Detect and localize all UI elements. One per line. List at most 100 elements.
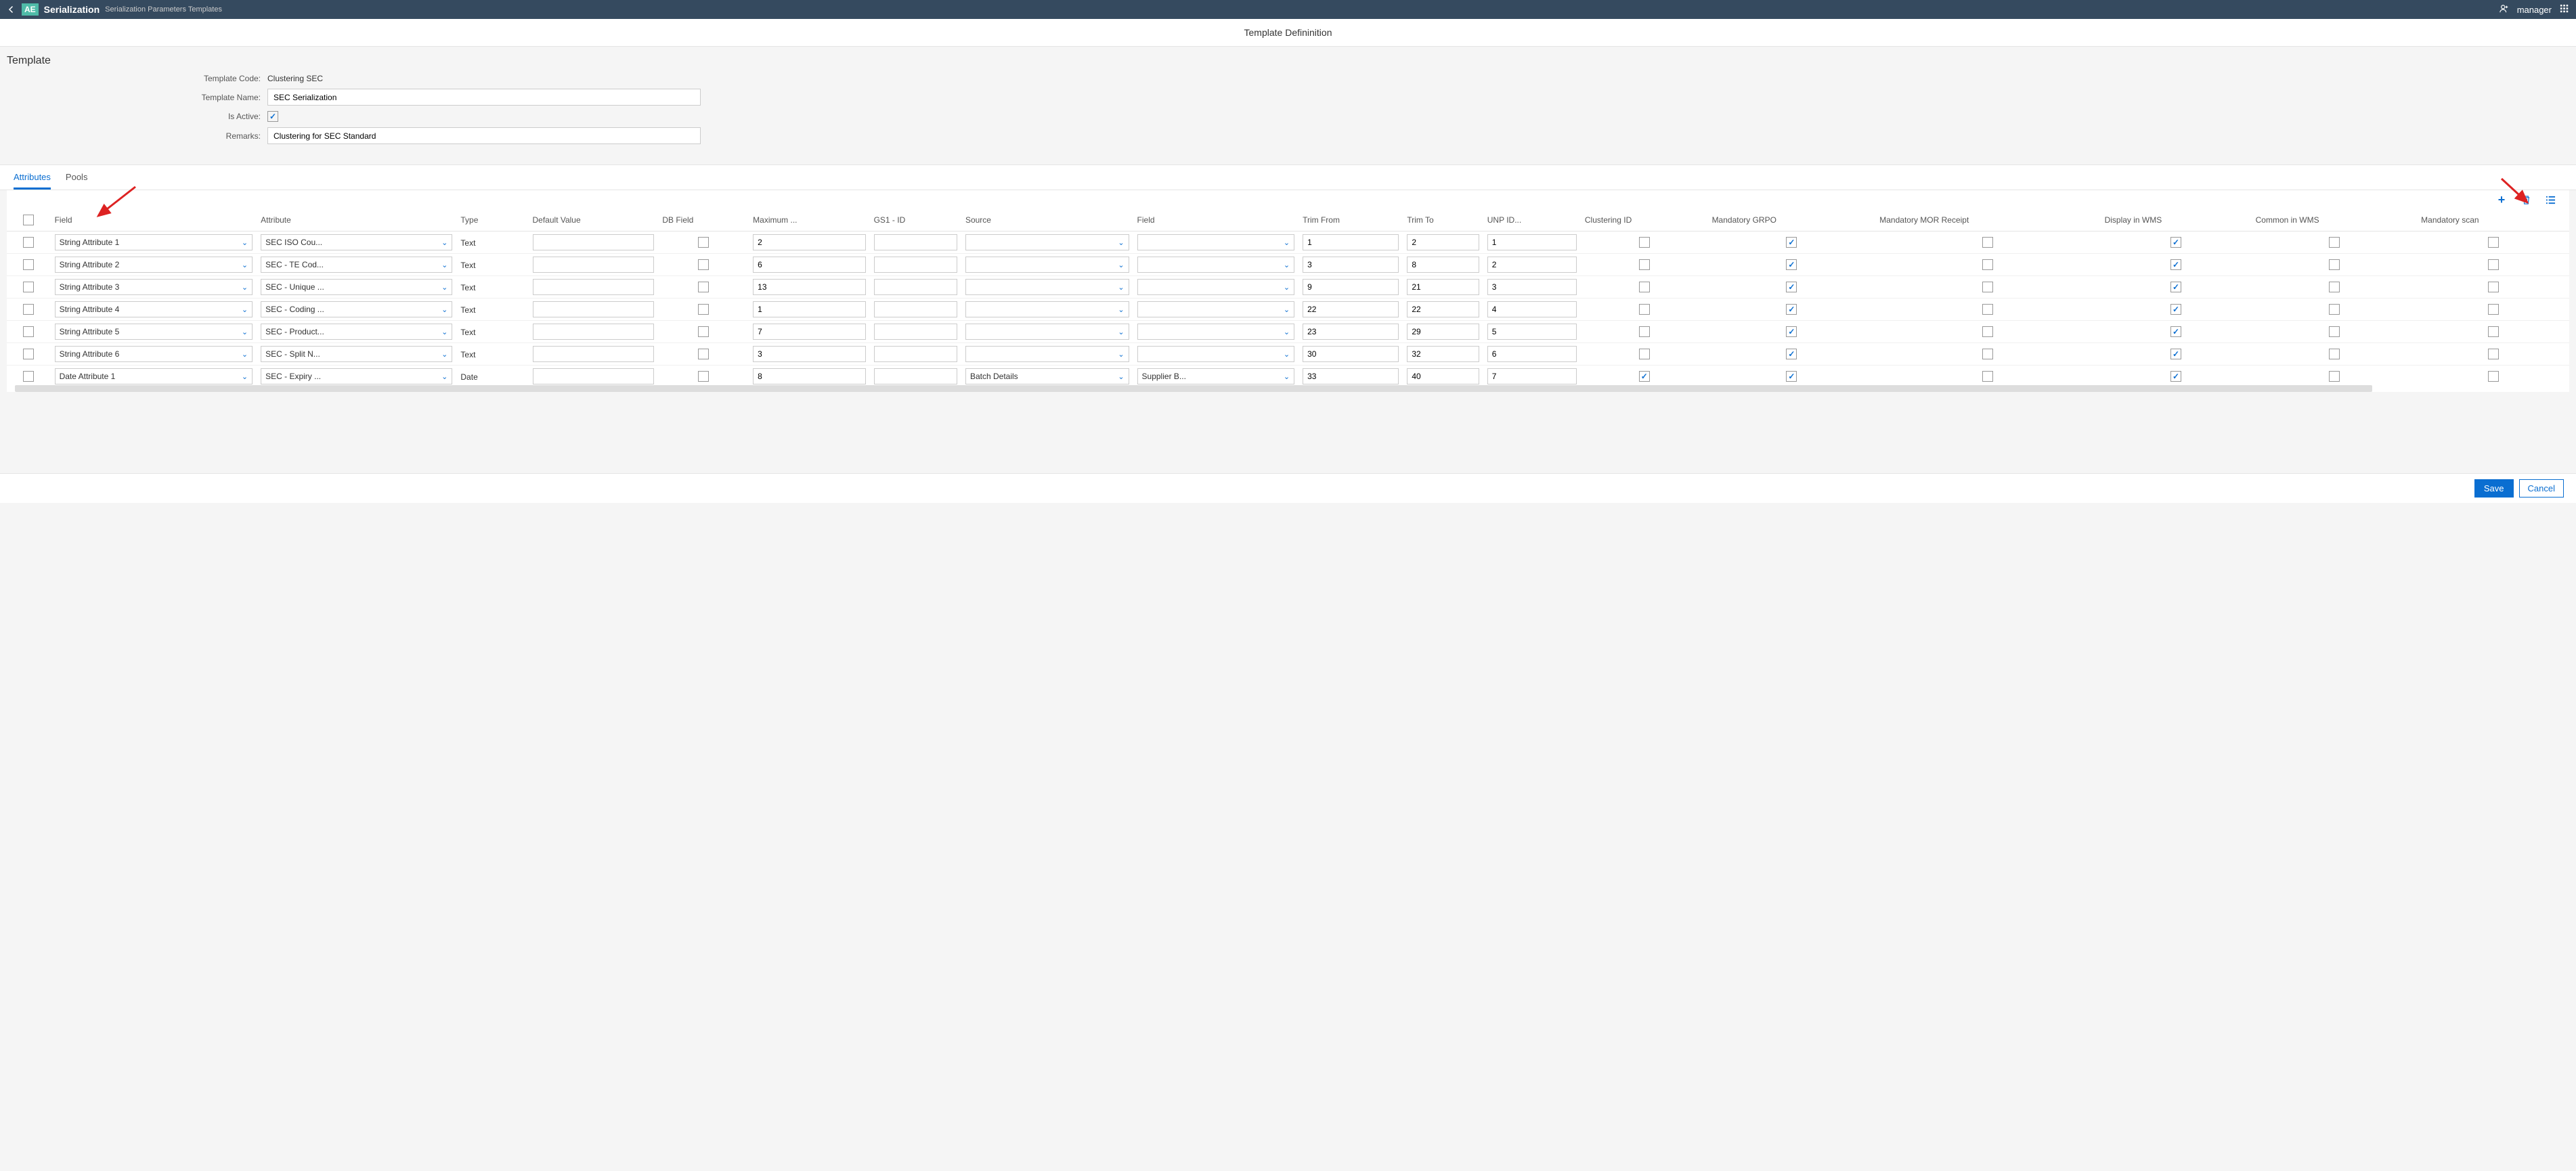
source-select[interactable]: ⌄	[965, 324, 1129, 340]
save-button[interactable]: Save	[2474, 479, 2514, 498]
col-dwms[interactable]: Display in WMS	[2101, 209, 2252, 231]
columns-icon[interactable]	[2545, 194, 2556, 205]
clustering-checkbox[interactable]	[1639, 326, 1650, 337]
mscan-checkbox[interactable]	[2488, 304, 2499, 315]
cwms-checkbox[interactable]	[2329, 326, 2340, 337]
source-select[interactable]: ⌄	[965, 301, 1129, 317]
mmor-checkbox[interactable]	[1982, 237, 1993, 248]
row-select-checkbox[interactable]	[23, 237, 34, 248]
dbfield-checkbox[interactable]	[698, 349, 709, 359]
trimfrom-input[interactable]	[1303, 324, 1399, 340]
dwms-checkbox[interactable]	[2170, 349, 2181, 359]
gs1-input[interactable]	[874, 324, 957, 340]
dbfield-checkbox[interactable]	[698, 304, 709, 315]
col-attribute[interactable]: Attribute	[257, 209, 456, 231]
col-maximum[interactable]: Maximum ...	[749, 209, 869, 231]
clustering-checkbox[interactable]	[1639, 237, 1650, 248]
dbfield-checkbox[interactable]	[698, 237, 709, 248]
gs1-input[interactable]	[874, 368, 957, 384]
cancel-button[interactable]: Cancel	[2519, 479, 2564, 498]
field-select[interactable]: String Attribute 2⌄	[55, 257, 253, 273]
horizontal-scrollbar[interactable]	[15, 385, 2372, 392]
attribute-select[interactable]: SEC ISO Cou...⌄	[261, 234, 452, 250]
field-select[interactable]: String Attribute 4⌄	[55, 301, 253, 317]
maximum-input[interactable]	[753, 346, 865, 362]
source-select[interactable]: ⌄	[965, 279, 1129, 295]
row-select-checkbox[interactable]	[23, 259, 34, 270]
attribute-select[interactable]: SEC - Coding ...⌄	[261, 301, 452, 317]
col-field2[interactable]: Field	[1133, 209, 1299, 231]
col-trimfrom[interactable]: Trim From	[1298, 209, 1403, 231]
field-select[interactable]: String Attribute 3⌄	[55, 279, 253, 295]
default-input[interactable]	[533, 257, 655, 273]
col-mgrpo[interactable]: Mandatory GRPO	[1708, 209, 1876, 231]
trimfrom-input[interactable]	[1303, 279, 1399, 295]
clustering-checkbox[interactable]	[1639, 371, 1650, 382]
mgrpo-checkbox[interactable]	[1786, 371, 1797, 382]
trimto-input[interactable]	[1407, 324, 1479, 340]
field-select[interactable]: String Attribute 6⌄	[55, 346, 253, 362]
field-select[interactable]: String Attribute 5⌄	[55, 324, 253, 340]
gs1-input[interactable]	[874, 257, 957, 273]
attribute-select[interactable]: SEC - TE Cod...⌄	[261, 257, 452, 273]
trimto-input[interactable]	[1407, 234, 1479, 250]
row-select-checkbox[interactable]	[23, 326, 34, 337]
grid-scroll[interactable]: Field Attribute Type Default Value DB Fi…	[7, 209, 2569, 385]
field2-select[interactable]: ⌄	[1137, 279, 1295, 295]
checkbox-is-active[interactable]	[267, 111, 278, 122]
dbfield-checkbox[interactable]	[698, 326, 709, 337]
col-gs1[interactable]: GS1 - ID	[870, 209, 961, 231]
col-clustering[interactable]: Clustering ID	[1581, 209, 1708, 231]
default-input[interactable]	[533, 301, 655, 317]
mmor-checkbox[interactable]	[1982, 304, 1993, 315]
mmor-checkbox[interactable]	[1982, 259, 1993, 270]
clustering-checkbox[interactable]	[1639, 349, 1650, 359]
mscan-checkbox[interactable]	[2488, 282, 2499, 292]
app-launcher-icon[interactable]	[2560, 4, 2569, 16]
trimfrom-input[interactable]	[1303, 346, 1399, 362]
dwms-checkbox[interactable]	[2170, 282, 2181, 292]
cwms-checkbox[interactable]	[2329, 237, 2340, 248]
dwms-checkbox[interactable]	[2170, 237, 2181, 248]
maximum-input[interactable]	[753, 279, 865, 295]
col-type[interactable]: Type	[456, 209, 528, 231]
gs1-input[interactable]	[874, 301, 957, 317]
col-dbfield[interactable]: DB Field	[658, 209, 749, 231]
default-input[interactable]	[533, 346, 655, 362]
mscan-checkbox[interactable]	[2488, 349, 2499, 359]
field2-select[interactable]: ⌄	[1137, 324, 1295, 340]
maximum-input[interactable]	[753, 257, 865, 273]
default-input[interactable]	[533, 234, 655, 250]
tab-attributes[interactable]: Attributes	[14, 165, 51, 190]
clustering-checkbox[interactable]	[1639, 282, 1650, 292]
field-select[interactable]: String Attribute 1⌄	[55, 234, 253, 250]
mgrpo-checkbox[interactable]	[1786, 304, 1797, 315]
default-input[interactable]	[533, 279, 655, 295]
back-icon[interactable]	[7, 5, 16, 14]
mscan-checkbox[interactable]	[2488, 237, 2499, 248]
attribute-select[interactable]: SEC - Expiry ...⌄	[261, 368, 452, 384]
trimfrom-input[interactable]	[1303, 368, 1399, 384]
trimto-input[interactable]	[1407, 257, 1479, 273]
input-template-name[interactable]	[267, 89, 701, 106]
mmor-checkbox[interactable]	[1982, 371, 1993, 382]
trimfrom-input[interactable]	[1303, 301, 1399, 317]
mmor-checkbox[interactable]	[1982, 349, 1993, 359]
add-row-icon[interactable]: +	[2496, 194, 2507, 205]
mgrpo-checkbox[interactable]	[1786, 282, 1797, 292]
mmor-checkbox[interactable]	[1982, 326, 1993, 337]
row-select-checkbox[interactable]	[23, 282, 34, 292]
trimfrom-input[interactable]	[1303, 257, 1399, 273]
unp-input[interactable]	[1487, 279, 1577, 295]
maximum-input[interactable]	[753, 324, 865, 340]
unp-input[interactable]	[1487, 257, 1577, 273]
select-all-checkbox[interactable]	[23, 215, 34, 225]
col-field[interactable]: Field	[51, 209, 257, 231]
trimto-input[interactable]	[1407, 279, 1479, 295]
gs1-input[interactable]	[874, 234, 957, 250]
mgrpo-checkbox[interactable]	[1786, 259, 1797, 270]
dwms-checkbox[interactable]	[2170, 259, 2181, 270]
maximum-input[interactable]	[753, 301, 865, 317]
cwms-checkbox[interactable]	[2329, 371, 2340, 382]
source-select[interactable]: ⌄	[965, 257, 1129, 273]
